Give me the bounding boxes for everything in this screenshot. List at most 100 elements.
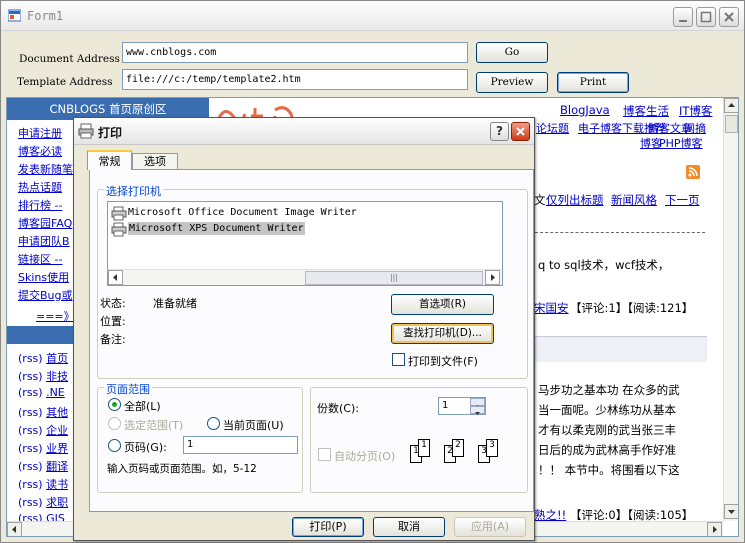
left-link-new-post[interactable]: 发表新随笔 [18,161,73,177]
tab-options[interactable]: 选项 [132,153,178,170]
rss-item[interactable]: (rss) 非技 [18,368,68,384]
rss-prefix: (rss) [18,386,47,399]
left-link-bug[interactable]: 提交Bug或 [18,287,73,303]
vertical-scrollbar[interactable] [723,98,738,521]
copies-group: 份数(C): 1 自动分页(O) 1 1 2 2 3 3 [310,387,528,493]
rss-title: 求职 [46,496,69,509]
author-link[interactable]: 宋国安 [534,300,569,316]
rss-title: 业界 [46,442,69,455]
scroll-thumb[interactable] [725,115,738,133]
maximize-button[interactable] [696,7,716,27]
collate-label: 自动分页(O) [334,450,396,463]
rss-feed-icon[interactable] [686,165,700,179]
scroll-up-button[interactable] [724,98,738,113]
rss-item[interactable]: (rss) 读书 [18,476,68,492]
left-link-team[interactable]: 申请团队B [18,233,70,249]
range-selection-radio[interactable] [108,417,121,430]
print-button[interactable]: Print [557,72,629,93]
copies-spinner[interactable] [470,398,485,415]
printer-list-hscroll[interactable]: ||| [108,269,502,285]
rss-icon [688,167,698,177]
dialog-print-button[interactable]: 打印(P) [292,517,364,537]
separator [535,232,705,233]
comment-label: 备注: [100,333,126,346]
scroll-left-button[interactable] [7,522,22,536]
location-label: 位置: [100,315,126,328]
left-link-faq[interactable]: 博客园FAQ [18,215,72,231]
top-link-extra-1[interactable]: 论坛题 [536,120,569,136]
rss-item[interactable]: (rss) 业界 [18,440,68,456]
template-address-input[interactable]: file:///c:/temp/template2.htm [122,69,468,90]
rss-prefix: (rss) [18,496,47,509]
dialog-apply-button[interactable]: 应用(A) [454,517,526,537]
arrow-right-icon [713,526,717,533]
rss-title: 首页 [46,352,69,365]
maximize-icon [700,11,712,23]
tab-general[interactable]: 常规 [87,150,132,170]
pages-input[interactable]: 1 [183,436,298,454]
top-link-blogjava[interactable]: BlogJava [560,103,610,117]
left-link-links[interactable]: 链接区 -- [18,251,62,267]
rss-prefix: (rss) [18,424,47,437]
scroll-down-button[interactable] [724,504,738,519]
left-link-hot-topics[interactable]: 热点话题 [18,179,62,195]
nav-titles-only[interactable]: 仅列出标题 [546,192,604,208]
go-button[interactable]: Go [476,42,548,63]
minimize-button[interactable] [673,7,693,27]
rss-item[interactable]: (rss) 企业 [18,422,68,438]
help-button[interactable]: ? [490,122,509,141]
rss-title: 非技 [46,370,69,383]
find-printer-button[interactable]: 查找打印机(D)... [391,323,494,344]
left-link-more[interactable]: ===》 [36,308,75,324]
arrow-down-icon [728,510,735,514]
left-link-ranking[interactable]: 排行榜 -- [18,197,62,213]
preferences-button[interactable]: 首选项(R) [391,294,494,315]
page-range-group: 页面范围 全部(L) 选定范围(T) 当前页面(U) 页码(G): 1 输入页码… [97,381,303,493]
dialog-cancel-button[interactable]: 取消 [373,517,445,537]
top-link-php-blog[interactable]: PHP博客 [659,135,703,151]
range-current-radio[interactable] [207,417,220,430]
spin-up-button[interactable] [470,398,485,408]
printer-list[interactable]: Microsoft Office Document Image Writer M… [107,201,503,286]
nav-news-style[interactable]: 新闻风格 [611,192,657,208]
title-bar[interactable]: Form1 [1,1,744,31]
rss-item[interactable]: (rss) 求职 [18,494,68,510]
top-link-netpick[interactable]: 网摘 [684,120,706,136]
range-pages-label: 页码(G): [124,441,167,454]
print-to-file-checkbox[interactable] [392,353,405,366]
spin-down-button[interactable] [470,406,485,415]
close-button[interactable] [719,7,739,27]
arrow-down-icon [475,412,480,415]
scroll-thumb[interactable]: ||| [305,271,483,285]
range-selection-label: 选定范围(T) [124,419,184,432]
top-link-blog-life[interactable]: 博客生活 [623,103,669,119]
collate-page: 3 [486,439,498,457]
post-header [534,336,707,362]
top-link-it-blog[interactable]: IT博客 [679,103,712,119]
preview-button[interactable]: Preview [476,72,548,93]
dialog-close-button[interactable] [511,122,530,141]
document-address-input[interactable]: www.cnblogs.com [122,42,468,63]
scroll-right-button[interactable] [485,270,500,285]
collate-checkbox[interactable] [318,448,331,461]
scroll-right-button[interactable] [707,522,722,536]
close-icon [516,127,525,136]
rss-item[interactable]: (rss) 翻译 [18,458,68,474]
scroll-left-button[interactable] [108,270,123,285]
left-link-skins[interactable]: Skins使用 [18,269,69,285]
left-link-must-read[interactable]: 博客必读 [18,143,62,159]
rss-item[interactable]: (rss) 其他 [18,404,68,420]
nav-next-page[interactable]: 下一页 [665,192,700,208]
rss-prefix: (rss) [18,406,47,419]
range-current-label: 当前页面(U) [223,419,284,432]
arrow-left-icon [12,526,16,533]
dialog-title-bar[interactable]: 打印 ? [74,118,534,145]
dialog-title: 打印 [98,126,123,140]
rss-item[interactable]: (rss) .NE [18,386,65,399]
left-link-register[interactable]: 申请注册 [18,125,62,141]
rss-item[interactable]: (rss) 首页 [18,350,68,366]
range-all-radio[interactable] [108,398,121,411]
tech-text: q to sql技术，wcf技术， [538,258,670,272]
range-pages-radio[interactable] [108,439,121,452]
rss-prefix: (rss) [18,478,47,491]
